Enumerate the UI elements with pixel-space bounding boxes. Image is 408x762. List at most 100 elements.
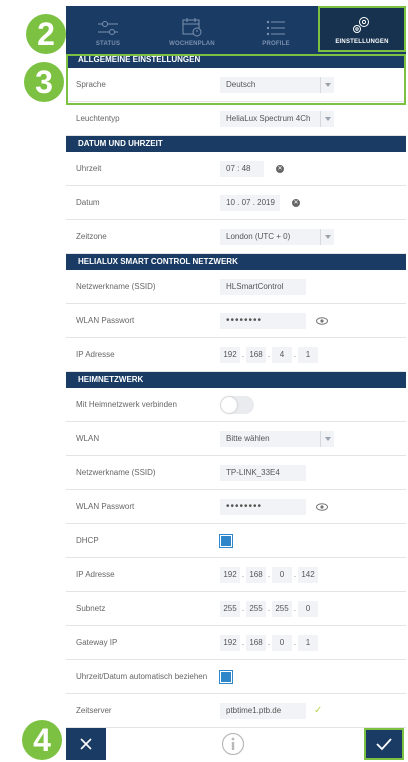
chevron-down-icon	[320, 76, 334, 93]
timezone-label: Zeitzone	[76, 232, 107, 241]
gateway-octet[interactable]: 168	[246, 634, 266, 651]
tab-einstellungen-label: EINSTELLUNGEN	[335, 39, 389, 45]
home-ssid-field[interactable]: TP-LINK_33E4	[220, 464, 306, 481]
ip-octet[interactable]: 4	[272, 346, 292, 363]
row-timeserver: Zeitserver ptbtime1.ptb.de ✓	[66, 694, 406, 728]
row-home-ssid: Netzwerkname (SSID) TP-LINK_33E4	[66, 456, 406, 490]
info-icon	[221, 732, 245, 756]
step-badge-3: 3	[24, 62, 64, 102]
close-icon	[80, 738, 92, 750]
subnet-input: 255. 255. 255. 0	[220, 600, 318, 617]
row-timezone: Zeitzone London (UTC + 0)	[66, 220, 406, 254]
row-language: Sprache Deutsch	[66, 68, 406, 102]
lamp-type-select[interactable]: HeliaLux Spectrum 4Ch	[220, 110, 334, 127]
wlan-value: Bitte wählen	[226, 434, 270, 443]
row-home-wlan: WLAN Bitte wählen	[66, 422, 406, 456]
row-helialux-ip: IP Adresse 192. 168. 4. 1	[66, 338, 406, 372]
list-icon	[266, 20, 285, 36]
settings-content: ALLGEMEINE EINSTELLUNGEN Sprache Deutsch…	[66, 52, 406, 728]
subnet-octet[interactable]: 0	[298, 600, 318, 617]
subnet-octet[interactable]: 255	[246, 600, 266, 617]
tab-status[interactable]: STATUS	[66, 6, 150, 52]
ip-octet[interactable]: 1	[298, 346, 318, 363]
ip-label: IP Adresse	[76, 570, 115, 579]
subnet-label: Subnetz	[76, 604, 106, 613]
timezone-value: London (UTC + 0)	[226, 232, 291, 241]
row-subnet: Subnetz 255. 255. 255. 0	[66, 592, 406, 626]
password-label: WLAN Passwort	[76, 502, 135, 511]
timeserver-label: Zeitserver	[76, 706, 112, 715]
helialux-password-field[interactable]: ••••••••	[220, 312, 306, 329]
chevron-down-icon	[320, 430, 334, 447]
gateway-input: 192. 168. 0. 1	[220, 634, 318, 651]
checkmark-icon: ✓	[314, 705, 323, 716]
confirm-button[interactable]	[364, 728, 404, 760]
ssid-label: Netzwerkname (SSID)	[76, 282, 156, 291]
step-badge-2: 2	[26, 14, 66, 54]
chevron-down-icon	[320, 110, 334, 127]
clear-icon[interactable]: ✕	[292, 198, 300, 207]
language-label: Sprache	[76, 80, 106, 89]
cancel-button[interactable]	[66, 728, 106, 760]
auto-time-checkbox[interactable]	[219, 669, 233, 684]
helialux-ssid-field[interactable]: HLSmartControl	[220, 278, 306, 295]
timeserver-field[interactable]: ptbtime1.ptb.de	[220, 702, 306, 719]
tab-wochenplan[interactable]: WOCHENPLAN	[150, 6, 234, 52]
row-lamp-type: Leuchtentyp HeliaLux Spectrum 4Ch	[66, 102, 406, 136]
gateway-octet[interactable]: 192	[220, 634, 240, 651]
tab-profile-label: PROFILE	[262, 41, 290, 47]
section-general-title: ALLGEMEINE EINSTELLUNGEN	[66, 52, 406, 68]
section-datetime-title: DATUM UND UHRZEIT	[66, 136, 406, 152]
row-home-password: WLAN Passwort ••••••••	[66, 490, 406, 524]
ip-octet[interactable]: 192	[220, 566, 240, 583]
subnet-octet[interactable]: 255	[220, 600, 240, 617]
ip-octet[interactable]: 168	[246, 346, 266, 363]
row-helialux-ssid: Netzwerkname (SSID) HLSmartControl	[66, 270, 406, 304]
info-button[interactable]	[221, 732, 245, 761]
eye-icon[interactable]	[316, 316, 328, 325]
home-password-field[interactable]: ••••••••	[220, 498, 306, 515]
bottom-action-bar	[0, 726, 408, 762]
row-time: Uhrzeit 07 : 48 ✕	[66, 152, 406, 186]
time-field[interactable]: 07 : 48	[220, 160, 264, 177]
language-select[interactable]: Deutsch	[220, 76, 334, 93]
timezone-select[interactable]: London (UTC + 0)	[220, 228, 334, 245]
sliders-icon	[98, 21, 118, 35]
date-field[interactable]: 10 . 07 . 2019	[220, 194, 280, 211]
row-auto-time: Uhrzeit/Datum automatisch beziehen	[66, 660, 406, 694]
home-network-toggle[interactable]	[220, 395, 254, 414]
gateway-octet[interactable]: 1	[298, 634, 318, 651]
ip-octet[interactable]: 0	[272, 566, 292, 583]
checkmark-icon	[376, 738, 392, 751]
row-dhcp: DHCP	[66, 524, 406, 558]
tab-einstellungen[interactable]: EINSTELLUNGEN	[318, 6, 406, 52]
subnet-octet[interactable]: 255	[272, 600, 292, 617]
auto-time-label: Uhrzeit/Datum automatisch beziehen	[76, 672, 208, 681]
chevron-down-icon	[320, 228, 334, 245]
gateway-octet[interactable]: 0	[272, 634, 292, 651]
dhcp-label: DHCP	[76, 536, 99, 545]
password-label: WLAN Passwort	[76, 316, 135, 325]
lamp-type-value: HeliaLux Spectrum 4Ch	[226, 114, 311, 123]
eye-icon[interactable]	[316, 502, 328, 511]
dhcp-checkbox[interactable]	[219, 533, 233, 548]
wlan-select[interactable]: Bitte wählen	[220, 430, 334, 447]
row-gateway: Gateway IP 192. 168. 0. 1	[66, 626, 406, 660]
ssid-label: Netzwerkname (SSID)	[76, 468, 156, 477]
clear-icon[interactable]: ✕	[276, 164, 284, 173]
ip-octet[interactable]: 142	[298, 566, 318, 583]
lamp-type-label: Leuchtentyp	[76, 114, 120, 123]
helialux-ip-input: 192. 168. 4. 1	[220, 346, 318, 363]
row-date: Datum 10 . 07 . 2019 ✕	[66, 186, 406, 220]
time-label: Uhrzeit	[76, 164, 102, 173]
row-home-connect: Mit Heimnetzwerk verbinden	[66, 388, 406, 422]
gears-icon	[353, 17, 369, 33]
tab-profile[interactable]: PROFILE	[234, 6, 318, 52]
ip-octet[interactable]: 192	[220, 346, 240, 363]
ip-octet[interactable]: 168	[246, 566, 266, 583]
wlan-label: WLAN	[76, 434, 100, 443]
row-home-ip: IP Adresse 192. 168. 0. 142	[66, 558, 406, 592]
calendar-icon	[182, 18, 202, 37]
section-home-network-title: HEIMNETZWERK	[66, 372, 406, 388]
top-navigation: STATUS WOCHENPLAN PROFILE EINSTELLUNGEN	[66, 6, 406, 52]
